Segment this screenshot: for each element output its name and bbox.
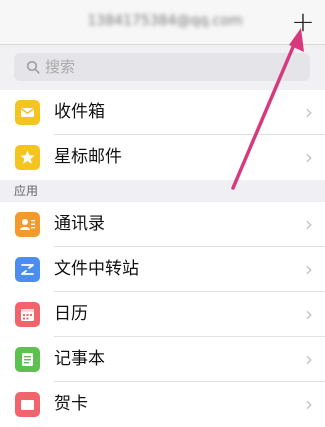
list-item-inbox[interactable]: 收件箱 › bbox=[0, 90, 325, 135]
search-icon bbox=[26, 60, 40, 74]
search-input[interactable]: 搜索 bbox=[14, 53, 310, 81]
item-label: 记事本 bbox=[54, 349, 105, 369]
list-item-notepad[interactable]: 记事本 › bbox=[0, 337, 325, 382]
top-bar: 1384175384@qq.com + bbox=[0, 0, 325, 45]
notepad-icon bbox=[15, 347, 40, 372]
calendar-icon bbox=[15, 302, 40, 327]
item-label: 星标邮件 bbox=[54, 147, 122, 167]
star-icon bbox=[15, 145, 40, 170]
section-title: 应用 bbox=[14, 184, 39, 198]
chevron-right-icon: › bbox=[305, 212, 313, 236]
add-button[interactable]: + bbox=[288, 7, 318, 37]
contacts-icon bbox=[15, 212, 40, 237]
list-item-file-transfer[interactable]: 文件中转站 › bbox=[0, 247, 325, 292]
chevron-right-icon: › bbox=[305, 100, 313, 124]
search-placeholder: 搜索 bbox=[45, 58, 76, 76]
card-icon bbox=[15, 392, 40, 417]
account-email[interactable]: 1384175384@qq.com bbox=[62, 12, 268, 30]
chevron-right-icon: › bbox=[305, 302, 313, 326]
item-label: 贺卡 bbox=[54, 394, 88, 414]
item-label: 收件箱 bbox=[54, 102, 105, 122]
inbox-icon bbox=[15, 100, 40, 125]
item-label: 文件中转站 bbox=[54, 259, 139, 279]
search-area: 搜索 bbox=[0, 45, 325, 89]
item-label: 通讯录 bbox=[54, 214, 105, 234]
section-header: 应用 bbox=[0, 180, 325, 202]
item-label: 日历 bbox=[54, 304, 88, 324]
chevron-right-icon: › bbox=[305, 392, 313, 416]
chevron-right-icon: › bbox=[305, 145, 313, 169]
list-item-calendar[interactable]: 日历 › bbox=[0, 292, 325, 337]
file-transfer-icon bbox=[15, 257, 40, 282]
list-item-contacts[interactable]: 通讯录 › bbox=[0, 202, 325, 247]
chevron-right-icon: › bbox=[305, 257, 313, 281]
list-item-greeting-card[interactable]: 贺卡 › bbox=[0, 382, 325, 427]
list-item-starred[interactable]: 星标邮件 › bbox=[0, 135, 325, 180]
chevron-right-icon: › bbox=[305, 347, 313, 371]
